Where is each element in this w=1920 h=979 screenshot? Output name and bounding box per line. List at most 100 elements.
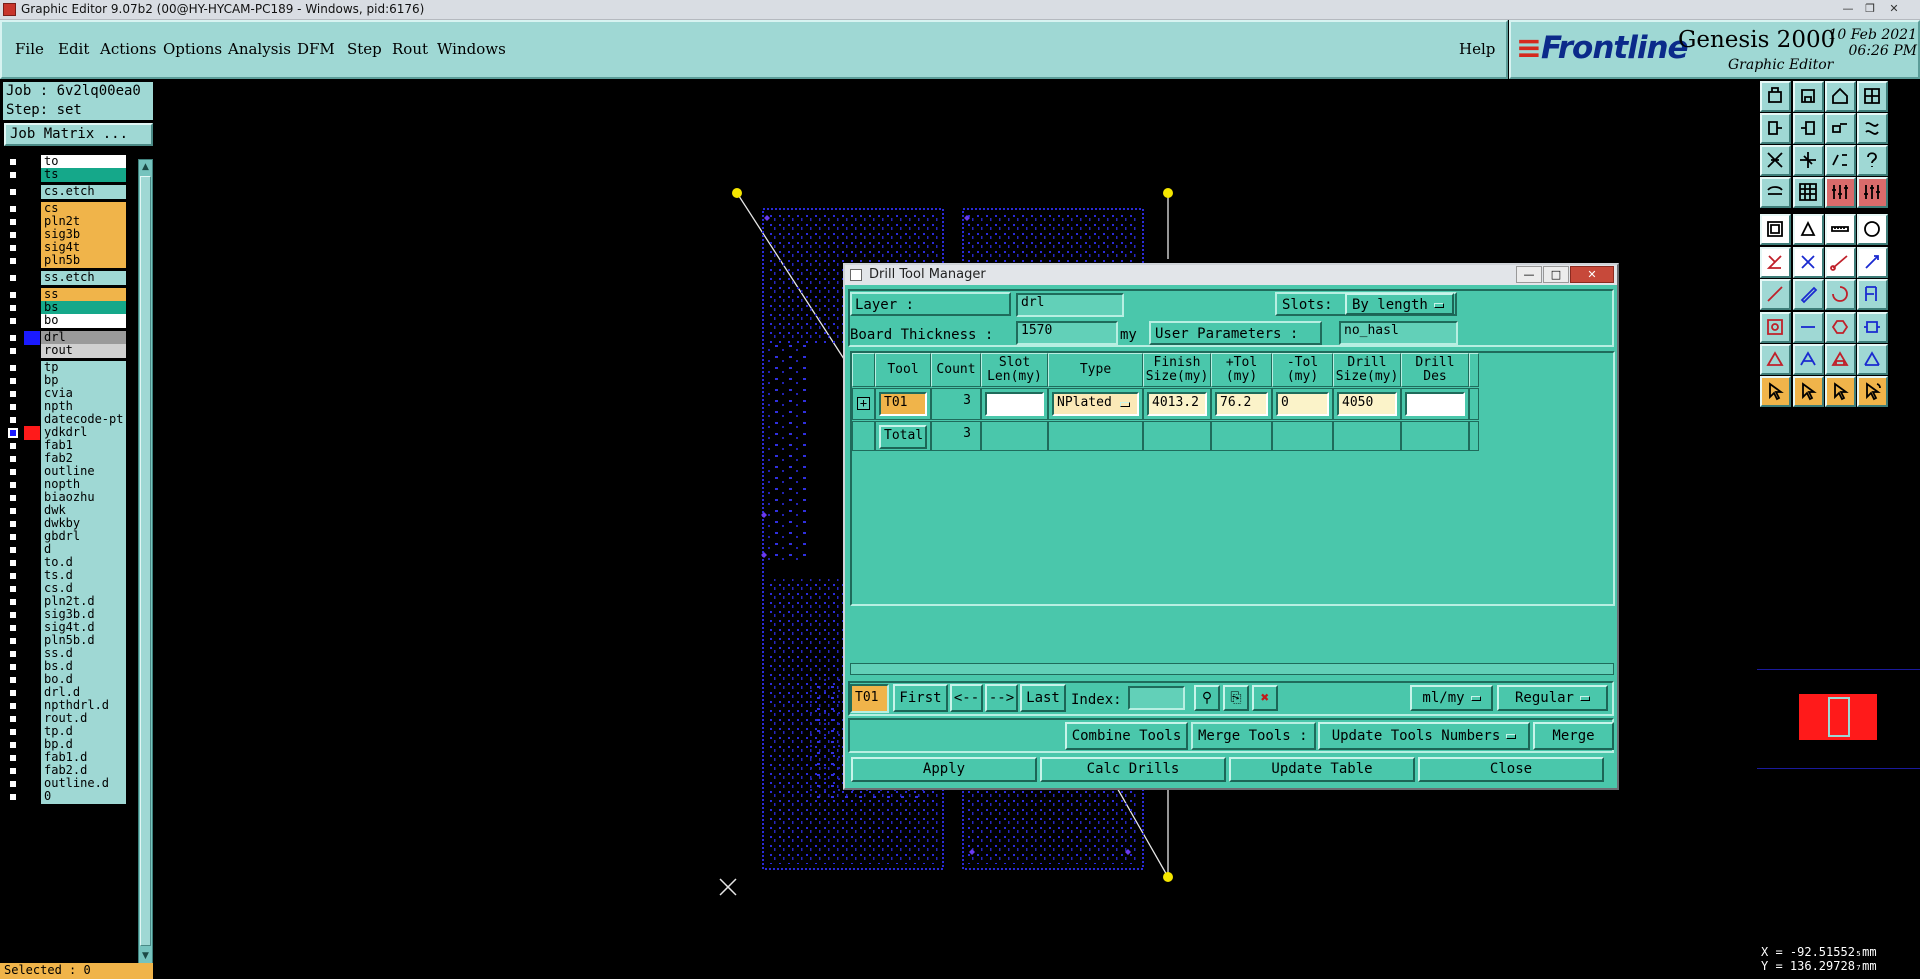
layer-row-pln2t-d[interactable]: pln2t.d <box>4 595 126 609</box>
layer-name[interactable]: dwk <box>41 504 126 518</box>
layer-row-to-d[interactable]: to.d <box>4 556 126 570</box>
open-icon[interactable] <box>1760 81 1791 112</box>
dialog-maximize-button[interactable]: □ <box>1543 266 1569 283</box>
layer-name[interactable]: pln2t.d <box>41 595 126 609</box>
drill-field[interactable]: 4050 <box>1337 392 1397 416</box>
circle-icon[interactable] <box>1857 214 1888 245</box>
layer-checkbox[interactable] <box>8 333 18 343</box>
layer-checkbox[interactable] <box>8 402 18 412</box>
layer-name[interactable]: tp.d <box>41 725 126 739</box>
flip-icon[interactable] <box>1825 113 1856 144</box>
layer-row-outline-d[interactable]: outline.d <box>4 777 126 791</box>
layer-row-tp-d[interactable]: tp.d <box>4 725 126 739</box>
layer-checkbox[interactable] <box>8 753 18 763</box>
layer-row-tp[interactable]: tp <box>4 361 126 375</box>
layer-row-cs[interactable]: cs <box>4 202 126 216</box>
zoom-fit-icon[interactable] <box>1760 145 1791 176</box>
tool-row-cell[interactable]: NPlated <box>1048 388 1143 420</box>
layer-row-nopth[interactable]: nopth <box>4 478 126 492</box>
layer-row-sig3b-d[interactable]: sig3b.d <box>4 608 126 622</box>
layer-name[interactable]: npth <box>41 400 126 414</box>
layer-row-ss[interactable]: ss <box>4 288 126 302</box>
ptol-field[interactable]: 76.2 <box>1215 392 1268 416</box>
layer-row-fab2[interactable]: fab2 <box>4 452 126 466</box>
minus-icon[interactable] <box>1793 312 1824 343</box>
layer-row-datecode-pt[interactable]: datecode-pt <box>4 413 126 427</box>
layer-name[interactable]: bo <box>41 314 126 328</box>
layer-checkbox[interactable] <box>8 779 18 789</box>
measure-icon[interactable] <box>1825 177 1856 208</box>
layer-checkbox[interactable] <box>8 740 18 750</box>
menu-actions[interactable]: Actions <box>100 40 156 58</box>
close-window-button[interactable]: ✕ <box>1885 2 1903 17</box>
menu-edit[interactable]: Edit <box>58 40 89 58</box>
layer-row-bo[interactable]: bo <box>4 314 126 328</box>
board-thickness-field[interactable]: 1570 <box>1016 321 1118 345</box>
first-button[interactable]: First <box>893 684 948 712</box>
step-icon[interactable] <box>1857 113 1888 144</box>
layer-row-ts-d[interactable]: ts.d <box>4 569 126 583</box>
layer-row-bs-d[interactable]: bs.d <box>4 660 126 674</box>
layer-row-fab1[interactable]: fab1 <box>4 439 126 453</box>
rectangle-icon[interactable] <box>1793 214 1824 245</box>
tool-name[interactable]: T01 <box>879 392 927 416</box>
layer-row-cvia[interactable]: cvia <box>4 387 126 401</box>
menu-file[interactable]: File <box>15 40 44 58</box>
home-icon[interactable] <box>1825 81 1856 112</box>
last-button[interactable]: Last <box>1020 684 1066 712</box>
lock-icon[interactable]: ⚲ <box>1194 685 1220 711</box>
dialog-close-button[interactable]: ✕ <box>1570 266 1614 283</box>
tool-row-cell[interactable] <box>981 388 1048 420</box>
layer-name[interactable]: to <box>41 155 126 169</box>
tool-row-cell[interactable]: 4050 <box>1333 388 1401 420</box>
layer-row-biaozhu[interactable]: biaozhu <box>4 491 126 505</box>
tool-row-cell[interactable] <box>1401 388 1469 420</box>
shape-icon[interactable] <box>1857 312 1888 343</box>
calc-drills-button[interactable]: Calc Drills <box>1040 757 1226 782</box>
scroll-thumb[interactable] <box>140 176 151 946</box>
layer-checkbox[interactable] <box>8 273 18 283</box>
layer-checkbox[interactable] <box>8 532 18 542</box>
update-table-button[interactable]: Update Table <box>1229 757 1415 782</box>
layer-name[interactable]: ts.d <box>41 569 126 583</box>
layer-name[interactable]: sig4t.d <box>41 621 126 635</box>
delete-icon[interactable]: ✖ <box>1252 685 1278 711</box>
layer-row-dwk[interactable]: dwk <box>4 504 126 518</box>
mode-dropdown[interactable]: Regular <box>1497 685 1608 711</box>
layer-name[interactable]: pln5b.d <box>41 634 126 648</box>
slot-len-field[interactable] <box>985 392 1044 416</box>
layer-row-pln5b-d[interactable]: pln5b.d <box>4 634 126 648</box>
ruler-icon[interactable] <box>1825 214 1856 245</box>
layer-checkbox[interactable] <box>8 597 18 607</box>
polygon-icon[interactable] <box>1825 312 1856 343</box>
layer-name[interactable]: sig4t <box>41 241 126 255</box>
layer-row-bs[interactable]: bs <box>4 301 126 315</box>
layer-checkbox[interactable] <box>8 792 18 802</box>
layer-row-bp-d[interactable]: bp.d <box>4 738 126 752</box>
pad-icon[interactable] <box>1760 214 1791 245</box>
redo-icon[interactable] <box>1793 113 1824 144</box>
layer-checkbox[interactable] <box>8 766 18 776</box>
triangle-icon[interactable] <box>1760 344 1791 375</box>
layer-checkbox[interactable] <box>8 558 18 568</box>
layer-checkbox[interactable] <box>8 571 18 581</box>
layer-name[interactable]: ss <box>41 288 126 302</box>
layer-row-drl[interactable]: drl <box>4 331 126 345</box>
layer-name[interactable]: pln2t <box>41 215 126 229</box>
layer-row-ts[interactable]: ts <box>4 168 126 182</box>
scroll-up-icon[interactable]: ▲ <box>140 161 151 173</box>
layer-row-fab1-d[interactable]: fab1.d <box>4 751 126 765</box>
layer-checkbox[interactable] <box>8 467 18 477</box>
triangle-fill-icon[interactable] <box>1825 344 1856 375</box>
layer-name[interactable]: rout.d <box>41 712 126 726</box>
layer-checkbox[interactable] <box>8 727 18 737</box>
pointer-rotate-icon[interactable] <box>1857 376 1888 407</box>
copy-icon[interactable]: ⎘ <box>1223 685 1249 711</box>
layer-name[interactable]: ts <box>41 168 126 182</box>
layer-row-d[interactable]: d <box>4 543 126 557</box>
layer-name[interactable]: cs.d <box>41 582 126 596</box>
layer-name[interactable]: gbdrl <box>41 530 126 544</box>
layer-name[interactable]: 0 <box>41 790 126 804</box>
layer-name[interactable]: d <box>41 543 126 557</box>
layer-name[interactable]: drl <box>41 331 126 345</box>
